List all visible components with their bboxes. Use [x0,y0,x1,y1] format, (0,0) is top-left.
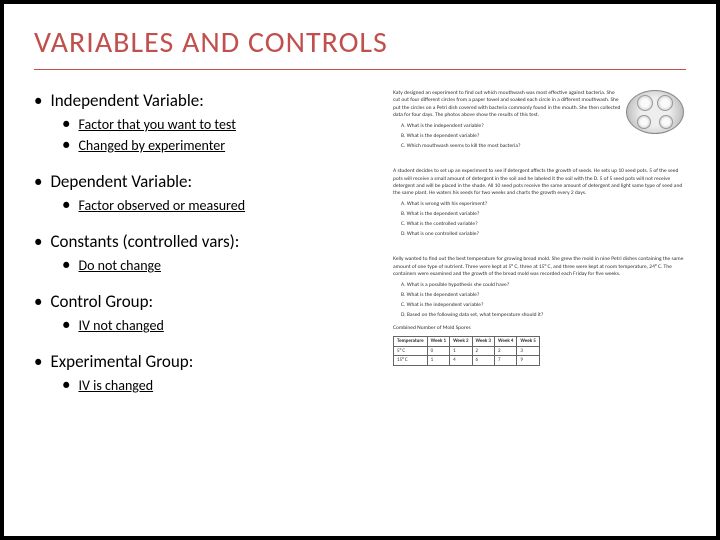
item-head: • Dependent Variable: [34,171,373,192]
sub-label: IV is changed [78,377,153,394]
item-label: Constants (controlled vars): [50,231,239,252]
ws1-qB: B. What is the dependent variable? [401,133,686,140]
item-head: • Control Group: [34,291,373,312]
sub-list: • Do not change [62,254,373,275]
ws3-qB: B. What is the dependent variable? [401,292,686,299]
bullet-icon: • [34,291,42,312]
sub-label: Do not change [78,257,161,274]
bullet-icon: • [34,351,42,372]
sub-item: • Factor observed or measured [62,194,373,215]
th: Temperature [394,337,428,347]
ws3-qD: D. Based on the following data set, what… [401,312,686,319]
worksheet-2: A student decides to set up an experimen… [393,168,686,238]
table-caption: Combined Number of Mold Spores [393,325,686,332]
bullet-icon: • [62,374,70,395]
sub-label: Factor observed or measured [78,197,245,214]
bullet-icon: • [62,134,70,155]
bullet-icon: • [34,90,42,111]
item-head: • Constants (controlled vars): [34,231,373,252]
th: Week 2 [450,337,472,347]
sub-label: Factor that you want to test [78,116,235,133]
slide-title: VARIABLES AND CONTROLS [34,24,686,61]
item-experimental-group: • Experimental Group: • IV is changed [34,351,373,395]
left-column: • Independent Variable: • Factor that yo… [34,90,373,411]
ws2-qD: D. What is one controlled variable? [401,231,686,238]
sub-list: • IV not changed [62,314,373,335]
sub-list: • Factor observed or measured [62,194,373,215]
sub-list: • IV is changed [62,374,373,395]
item-control-group: • Control Group: • IV not changed [34,291,373,335]
bullet-icon: • [34,171,42,192]
item-head: • Experimental Group: [34,351,373,372]
table-row: 15° C 1 4 6 7 9 [394,356,540,366]
item-dependent: • Dependent Variable: • Factor observed … [34,171,373,215]
sub-item: • Do not change [62,254,373,275]
th: Week 3 [472,337,494,347]
sub-item: • IV not changed [62,314,373,335]
sub-item: • Factor that you want to test [62,113,373,134]
th: Week 5 [517,337,539,347]
td: 9 [517,356,539,366]
ws2-qB: B. What is the dependent variable? [401,211,686,218]
td: 4 [450,356,472,366]
table-row: 5° C 0 1 2 2 3 [394,346,540,356]
sub-item: • IV is changed [62,374,373,395]
mold-table: Temperature Week 1 Week 2 Week 3 Week 4 … [393,336,540,366]
sub-label: Changed by experimenter [78,137,225,154]
ws1-qC: C. Which mouthwash seems to kill the mos… [401,143,686,150]
title-rule [34,69,686,70]
ws2-qA: A. What is wrong with his experiment? [401,201,686,208]
th: Week 1 [427,337,449,347]
bullet-icon: • [62,113,70,134]
bullet-icon: • [34,231,42,252]
ws3-qA: A. What is a possible hypothesis she cou… [401,282,686,289]
content-row: • Independent Variable: • Factor that yo… [34,90,686,411]
slide: VARIABLES AND CONTROLS • Independent Var… [4,4,716,536]
item-head: • Independent Variable: [34,90,373,111]
sub-list: • Factor that you want to test • Changed… [62,113,373,155]
td: 5° C [394,346,428,356]
item-label: Experimental Group: [50,351,193,372]
td: 2 [494,346,516,356]
right-column: Katy designed an experiment to find out … [393,90,686,411]
td: 1 [427,356,449,366]
td: 1 [450,346,472,356]
item-independent: • Independent Variable: • Factor that yo… [34,90,373,155]
sub-label: IV not changed [78,317,163,334]
petri-dish-image [626,90,684,134]
item-label: Dependent Variable: [50,171,192,192]
bullet-icon: • [62,314,70,335]
item-constants: • Constants (controlled vars): • Do not … [34,231,373,275]
ws2-para: A student decides to set up an experimen… [393,168,686,198]
td: 6 [472,356,494,366]
item-label: Independent Variable: [50,90,203,111]
td: 15° C [394,356,428,366]
ws2-qC: C. What is the controlled variable? [401,221,686,228]
td: 2 [472,346,494,356]
ws3-qC: C. What is the independent variable? [401,302,686,309]
td: 7 [494,356,516,366]
table-row: Temperature Week 1 Week 2 Week 3 Week 4 … [394,337,540,347]
worksheet-3: Kelly wanted to find out the best temper… [393,256,686,365]
ws3-para: Kelly wanted to find out the best temper… [393,256,686,278]
worksheet-1: Katy designed an experiment to find out … [393,90,686,150]
bullet-icon: • [62,194,70,215]
bullet-icon: • [62,254,70,275]
item-label: Control Group: [50,291,153,312]
td: 3 [517,346,539,356]
sub-item: • Changed by experimenter [62,134,373,155]
td: 0 [427,346,449,356]
th: Week 4 [494,337,516,347]
